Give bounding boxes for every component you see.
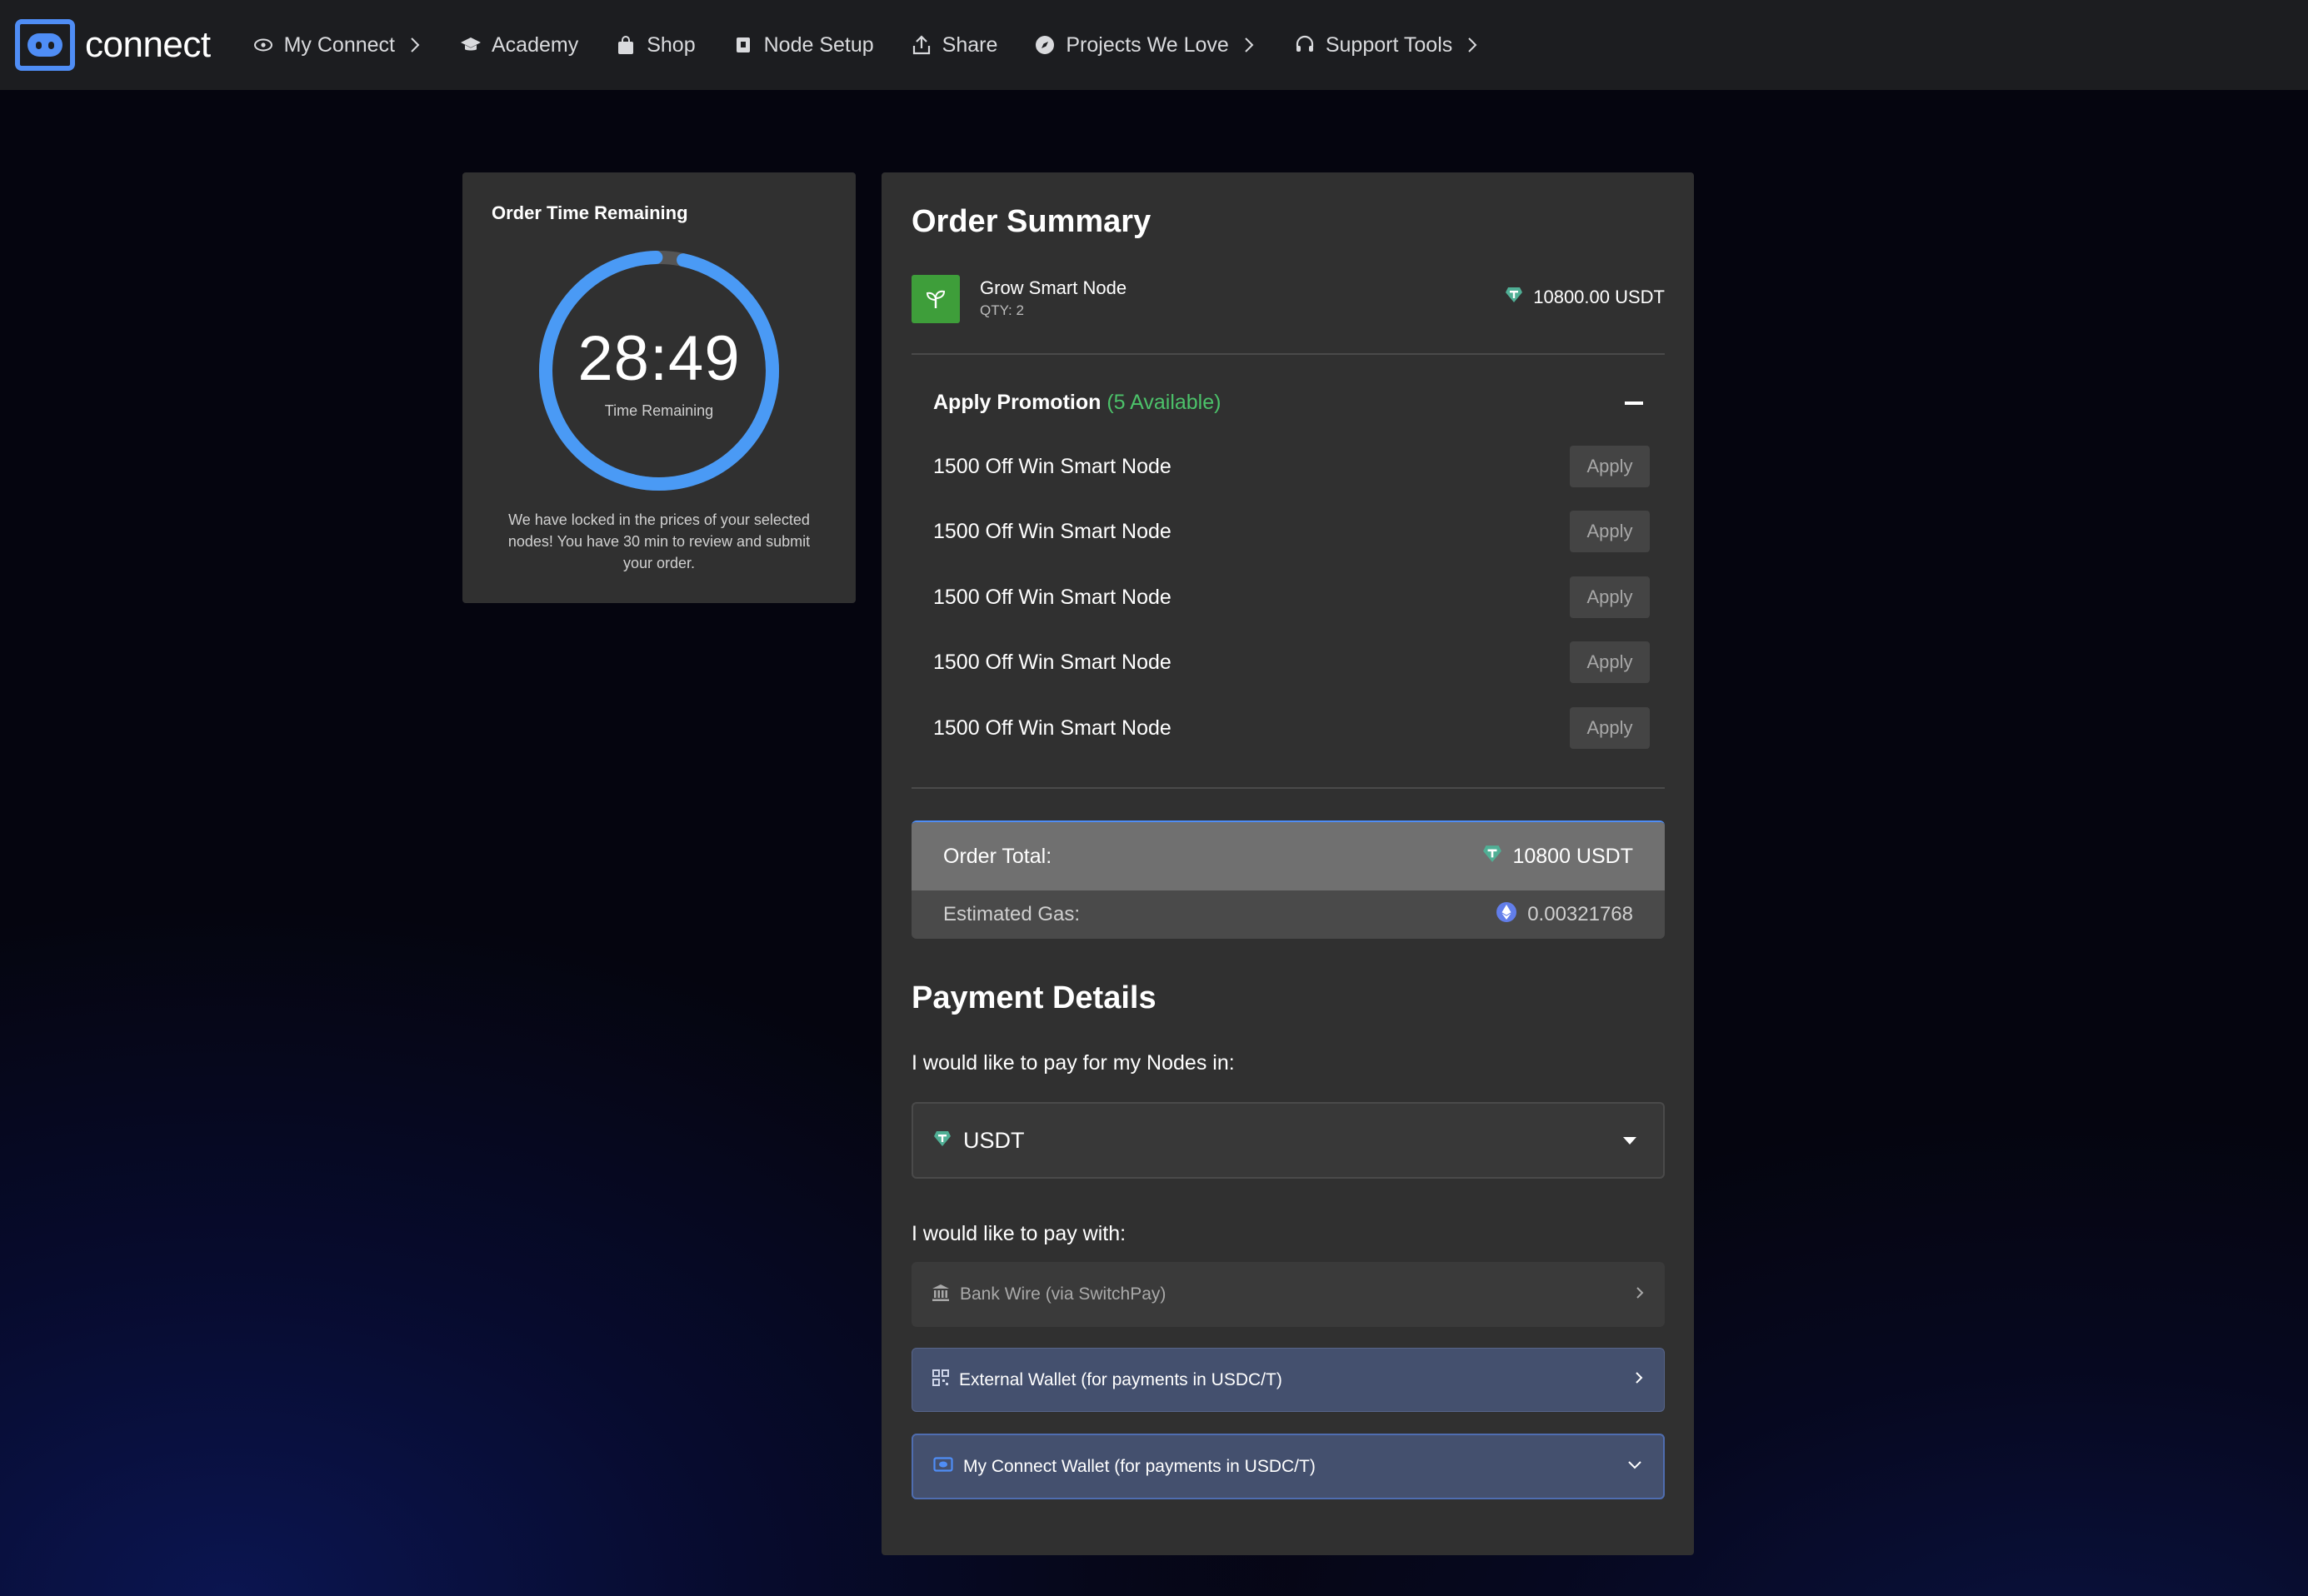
promotion-label: 1500 Off Win Smart Node — [933, 454, 1171, 478]
product-quantity: QTY: 2 — [980, 302, 1024, 318]
promotion-label: 1500 Off Win Smart Node — [933, 585, 1171, 609]
order-totals: Order Total: 10800 USDT Estimated Gas: 0… — [912, 820, 1665, 939]
nav-item-label: Shop — [647, 32, 696, 57]
payment-method-my-connect-wallet[interactable]: My Connect Wallet (for payments in USDC/… — [912, 1434, 1665, 1499]
nav-item-label: Academy — [492, 32, 579, 57]
nav-item-academy[interactable]: Academy — [460, 0, 578, 90]
nav-item-label: Share — [942, 32, 998, 57]
promotion-item: 1500 Off Win Smart Node Apply — [933, 446, 1650, 487]
nav-item-label: Node Setup — [763, 32, 874, 57]
timer-title: Order Time Remaining — [492, 202, 688, 223]
order-timer-card: Order Time Remaining 28:49 Time Remainin… — [462, 172, 856, 603]
promotion-label: 1500 Off Win Smart Node — [933, 519, 1171, 543]
connect-logo[interactable]: connect — [15, 0, 211, 90]
collapse-minus-icon[interactable] — [1625, 401, 1643, 405]
apply-promotion-button[interactable]: Apply — [1570, 641, 1650, 683]
promotion-available-count: (5 Available) — [1107, 391, 1221, 414]
timer-note: We have locked in the prices of your sel… — [507, 511, 811, 571]
currency-label: I would like to pay for my Nodes in: — [912, 1051, 1235, 1075]
promotion-label: 1500 Off Win Smart Node — [933, 716, 1171, 740]
chevron-right-icon — [1634, 1369, 1644, 1390]
order-summary-card: Order Summary Grow Smart Node QTY: 2 108… — [882, 172, 1694, 1555]
eye-icon — [252, 34, 274, 56]
payment-method-label: My Connect Wallet (for payments in USDC/… — [963, 1456, 1316, 1476]
promotion-label: 1500 Off Win Smart Node — [933, 650, 1171, 674]
apply-promotion-button[interactable]: Apply — [1570, 707, 1650, 749]
nav-item-label: My Connect — [283, 32, 395, 57]
logo-text: connect — [85, 24, 211, 65]
node-box-icon — [732, 34, 754, 56]
apply-promotion-header[interactable]: Apply Promotion (5 Available) — [933, 391, 1221, 415]
nav-item-my-connect[interactable]: My Connect — [252, 0, 423, 90]
order-total-amount: 10800 USDT — [1512, 844, 1633, 868]
nav-item-share[interactable]: Share — [911, 0, 998, 90]
payment-method-label: I would like to pay with: — [912, 1222, 1127, 1245]
promotion-item: 1500 Off Win Smart Node Apply — [933, 511, 1650, 552]
nav-item-projects-we-love[interactable]: Projects We Love — [1034, 0, 1256, 90]
payment-method-label: Bank Wire (via SwitchPay) — [960, 1284, 1166, 1304]
nav-item-shop[interactable]: Shop — [615, 0, 696, 90]
apply-promotion-label: Apply Promotion — [933, 391, 1102, 414]
tether-icon — [1482, 845, 1502, 869]
timer-subtitle: Time Remaining — [604, 402, 714, 419]
product-price-value: 10800.00 USDT — [1533, 287, 1665, 307]
payment-method-external-wallet[interactable]: External Wallet (for payments in USDC/T) — [912, 1348, 1665, 1412]
order-summary-title: Order Summary — [912, 204, 1152, 239]
order-total-label: Order Total: — [943, 844, 1052, 868]
share-icon — [911, 34, 932, 56]
nav-menu: My Connect Academy Shop Node Setup Share… — [252, 0, 1518, 90]
qr-code-icon — [932, 1369, 949, 1390]
estimated-gas-value: 0.00321768 — [1496, 901, 1633, 929]
chevron-right-icon — [1244, 34, 1257, 56]
compass-icon — [1034, 34, 1056, 56]
sprout-icon — [912, 275, 960, 323]
wallet-icon — [933, 1456, 953, 1477]
nav-item-label: Support Tools — [1325, 32, 1453, 57]
nav-item-label: Projects We Love — [1066, 32, 1229, 57]
chevron-down-icon — [1626, 1459, 1643, 1474]
chevron-right-icon — [410, 34, 423, 56]
caret-down-icon — [1623, 1136, 1636, 1145]
chevron-right-icon — [1635, 1284, 1645, 1305]
nav-item-support-tools[interactable]: Support Tools — [1294, 0, 1481, 90]
bank-icon — [932, 1284, 950, 1306]
estimated-gas-label: Estimated Gas: — [943, 903, 1081, 925]
promotion-item: 1500 Off Win Smart Node Apply — [933, 641, 1650, 683]
headset-icon — [1294, 34, 1316, 56]
apply-promotion-button[interactable]: Apply — [1570, 511, 1650, 552]
product-price: 10800.00 USDT — [1505, 287, 1665, 308]
top-navbar: connect My Connect Academy Shop Node Set… — [0, 0, 2308, 90]
nav-item-node-setup[interactable]: Node Setup — [732, 0, 874, 90]
apply-promotion-button[interactable]: Apply — [1570, 576, 1650, 618]
estimated-gas-amount: 0.00321768 — [1527, 903, 1633, 925]
shopping-bag-icon — [615, 34, 637, 56]
payment-method-label: External Wallet (for payments in USDC/T) — [959, 1369, 1282, 1389]
product-name: Grow Smart Node — [980, 277, 1127, 298]
order-total-row: Order Total: 10800 USDT — [912, 822, 1665, 890]
promotion-item: 1500 Off Win Smart Node Apply — [933, 707, 1650, 749]
tether-icon — [933, 1130, 952, 1151]
divider — [912, 787, 1665, 789]
estimated-gas-row: Estimated Gas: 0.00321768 — [912, 890, 1665, 939]
promotion-item: 1500 Off Win Smart Node Apply — [933, 576, 1650, 618]
chevron-right-icon — [1467, 34, 1481, 56]
order-total-value: 10800 USDT — [1482, 845, 1633, 869]
payment-details-title: Payment Details — [912, 980, 1156, 1015]
currency-select-value: USDT — [963, 1127, 1025, 1153]
timer-value: 28:49 — [577, 323, 741, 394]
divider — [912, 353, 1665, 355]
currency-select[interactable]: USDT — [912, 1102, 1665, 1179]
logo-mark-icon — [15, 19, 75, 71]
graduation-cap-icon — [460, 34, 482, 56]
tether-icon — [1505, 287, 1523, 308]
ethereum-icon — [1496, 901, 1517, 929]
payment-method-bank-wire[interactable]: Bank Wire (via SwitchPay) — [912, 1262, 1665, 1327]
apply-promotion-button[interactable]: Apply — [1570, 446, 1650, 487]
